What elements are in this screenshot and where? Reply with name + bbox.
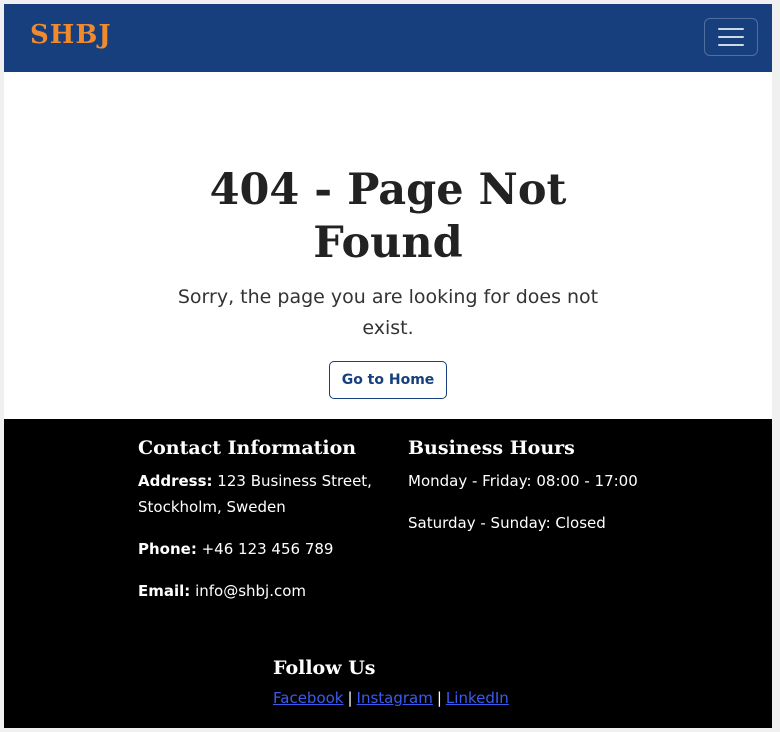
phone-line: Phone: +46 123 456 789 [138,536,388,562]
menu-bar-line [718,44,744,46]
contact-heading: Contact Information [138,437,357,459]
address-line: Address: 123 Business Street, Stockholm,… [138,468,388,520]
business-hours-column: Business Hours Monday - Friday: 08:00 - … [408,435,668,552]
error-message: Sorry, the page you are looking for does… [177,286,599,339]
instagram-link[interactable]: Instagram [357,689,433,707]
linkedin-link[interactable]: LinkedIn [446,689,509,707]
hours-heading: Business Hours [408,437,575,459]
follow-us-section: Follow Us Facebook | Instagram | LinkedIn [273,655,573,708]
weekday-hours: Monday - Friday: 08:00 - 17:00 [408,472,638,490]
follow-heading: Follow Us [273,657,376,679]
phone-label: Phone: [138,540,197,558]
email-label: Email: [138,582,191,600]
go-home-button[interactable]: Go to Home [329,361,447,399]
footer: Contact Information Address: 123 Busines… [4,419,772,728]
page-frame: SHBJ 404 - Page Not Found Sorry, the pag… [4,4,772,728]
phone-value: +46 123 456 789 [201,540,334,558]
contact-info-column: Contact Information Address: 123 Busines… [138,435,388,620]
brand-logo[interactable]: SHBJ [30,20,112,50]
facebook-link[interactable]: Facebook [273,689,343,707]
link-separator: | [436,689,442,707]
address-label: Address: [138,472,213,490]
social-links: Facebook | Instagram | LinkedIn [273,689,573,708]
email-value: info@shbj.com [195,582,307,600]
menu-bar-line [718,36,744,38]
hamburger-menu-icon[interactable] [704,18,758,56]
navbar: SHBJ [4,4,772,72]
page-title: 404 - Page Not Found [209,165,567,268]
weekend-hours: Saturday - Sunday: Closed [408,514,606,532]
error-section: 404 - Page Not Found Sorry, the page you… [4,72,772,419]
menu-bar-line [718,28,744,30]
link-separator: | [347,689,353,707]
email-line: Email: info@shbj.com [138,578,388,604]
